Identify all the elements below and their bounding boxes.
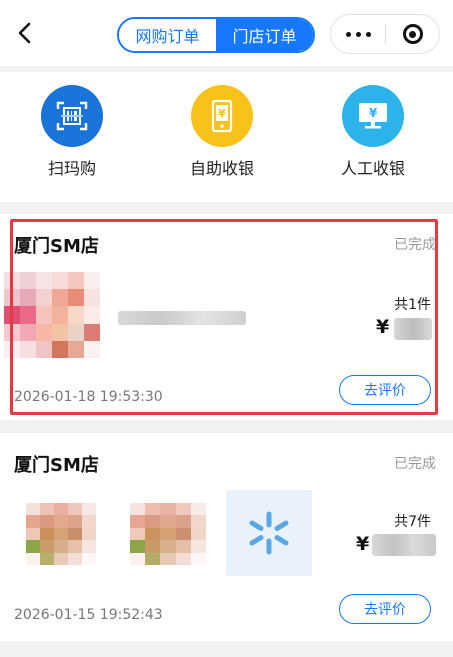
top-bar: 网购订单 门店订单	[0, 0, 453, 66]
back-button[interactable]	[12, 19, 40, 47]
more-dots-icon	[345, 31, 351, 37]
store-name: 厦门SM店	[14, 236, 99, 257]
order-card[interactable]: 厦门SM店 已完成 共1件 ¥ 2026-01-18 19:53:30 去评价	[0, 214, 453, 420]
sparkle-icon	[249, 511, 289, 555]
product-image	[26, 503, 96, 565]
item-count: 共1件	[394, 297, 431, 313]
more-button[interactable]	[331, 15, 385, 53]
order-date: 2026-01-18 19:53:30	[14, 389, 163, 405]
order-status: 已完成	[394, 237, 436, 253]
scan-to-buy-button[interactable]: 扫玛购	[17, 85, 127, 179]
svg-text:¥: ¥	[369, 106, 378, 120]
price-currency: ¥	[356, 533, 370, 555]
review-button[interactable]: 去评价	[339, 375, 431, 405]
price-currency: ¥	[376, 316, 390, 338]
self-checkout-button[interactable]: ¥ 自助收银	[167, 85, 277, 179]
close-mini-program-button[interactable]	[386, 15, 439, 53]
product-image-placeholder	[226, 490, 312, 576]
tab-store-orders[interactable]: 门店订单	[216, 19, 313, 51]
svg-text:¥: ¥	[218, 107, 226, 120]
review-button[interactable]: 去评价	[339, 594, 431, 624]
scan-icon	[41, 85, 103, 147]
chevron-left-icon	[18, 22, 31, 44]
order-card[interactable]: 厦门SM店 已完成 共7件 ¥ 2026-01-15 19:52:43 去评价	[0, 433, 453, 641]
self-checkout-label: 自助收银	[189, 159, 254, 178]
tab-online-orders[interactable]: 网购订单	[119, 19, 216, 51]
scan-to-buy-label: 扫玛购	[47, 159, 96, 178]
store-name: 厦门SM店	[14, 455, 99, 476]
monitor-yen-icon: ¥	[342, 85, 404, 147]
product-image	[130, 503, 206, 565]
quick-actions: 扫玛购 ¥ 自助收银 ¥ 人工收银	[0, 72, 453, 202]
order-status: 已完成	[394, 456, 436, 472]
mini-program-capsule	[330, 14, 440, 54]
order-date: 2026-01-15 19:52:43	[14, 607, 163, 623]
order-type-switch: 网购订单 门店订单	[117, 17, 315, 53]
manual-checkout-button[interactable]: ¥ 人工收银	[318, 85, 428, 179]
price-amount	[372, 534, 436, 556]
manual-checkout-label: 人工收银	[340, 159, 405, 178]
phone-yen-icon: ¥	[191, 85, 253, 147]
product-image	[4, 272, 100, 358]
product-name	[118, 311, 246, 325]
target-icon	[402, 24, 423, 44]
price-amount	[394, 318, 432, 340]
item-count: 共7件	[394, 514, 431, 530]
